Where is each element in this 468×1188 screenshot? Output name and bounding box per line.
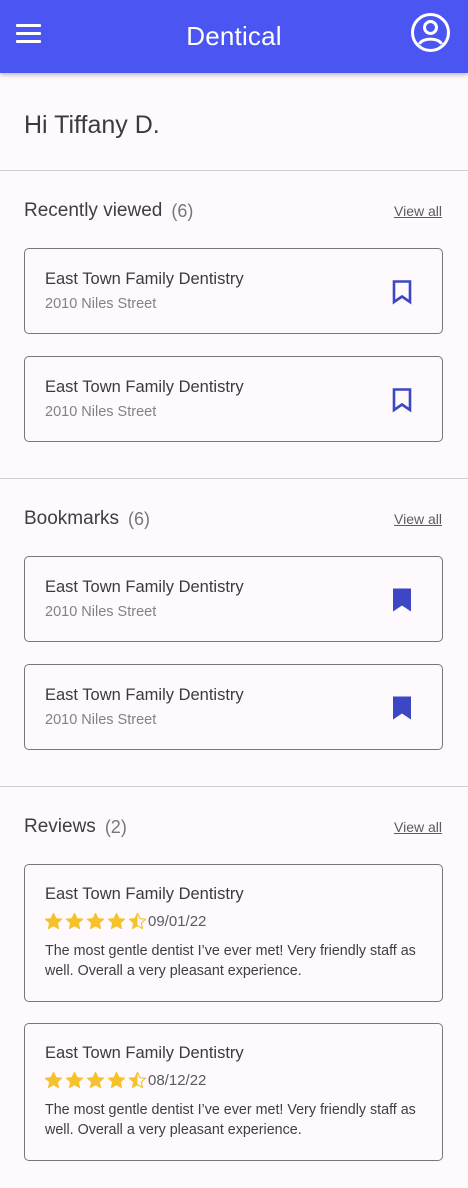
recently-viewed-header: Recently viewed (6) View all (24, 196, 442, 226)
star-rating (44, 912, 149, 930)
dentist-address: 2010 Niles Street (45, 296, 157, 312)
dentist-address: 2010 Niles Street (45, 712, 157, 728)
review-card[interactable]: East Town Family Dentistry 08/12/22 The … (24, 1023, 443, 1161)
review-text: The most gentle dentist I’ve ever met! V… (45, 1102, 416, 1138)
star-full-icon (44, 912, 63, 930)
section-title: Reviews (24, 816, 96, 837)
star-full-icon (107, 1071, 126, 1089)
dentist-card[interactable]: East Town Family Dentistry 2010 Niles St… (24, 664, 443, 750)
dentist-card[interactable]: East Town Family Dentistry 2010 Niles St… (24, 248, 443, 334)
dentist-name: East Town Family Dentistry (45, 270, 244, 288)
app-bar: Dentical (0, 0, 468, 73)
reviews-section: Reviews (2) View all East Town Family De… (0, 787, 468, 1188)
star-half-icon (128, 1071, 147, 1089)
star-full-icon (65, 912, 84, 930)
dentist-card[interactable]: East Town Family Dentistry 2010 Niles St… (24, 556, 443, 642)
section-count: (2) (104, 816, 127, 837)
greeting-text: Hi Tiffany D. (24, 111, 160, 139)
view-all-link[interactable]: View all (394, 819, 442, 835)
star-full-icon (86, 1071, 105, 1089)
dentist-address: 2010 Niles Street (45, 404, 157, 420)
hamburger-line (16, 40, 41, 43)
section-count: (6) (128, 508, 151, 529)
reviews-header: Reviews (2) View all (24, 812, 442, 842)
bookmark-button[interactable] (390, 695, 414, 721)
profile-button[interactable] (410, 12, 451, 53)
star-full-icon (107, 912, 126, 930)
greeting-section: Hi Tiffany D. (0, 73, 468, 171)
section-title: Bookmarks (24, 508, 120, 529)
bookmark-outline-icon (392, 280, 412, 305)
bookmarks-section: Bookmarks (6) View all East Town Family … (0, 479, 468, 787)
dentist-card[interactable]: East Town Family Dentistry 2010 Niles St… (24, 356, 443, 442)
dentist-name: East Town Family Dentistry (45, 686, 244, 704)
star-full-icon (65, 1071, 84, 1089)
dentist-name: East Town Family Dentistry (45, 578, 244, 596)
menu-button[interactable] (16, 23, 42, 43)
review-date: 09/01/22 (148, 913, 207, 930)
review-date: 08/12/22 (148, 1072, 207, 1089)
recently-viewed-section: Recently viewed (6) View all East Town F… (0, 171, 468, 479)
bookmark-button[interactable] (390, 587, 414, 613)
star-rating (44, 1071, 149, 1089)
dentist-address: 2010 Niles Street (45, 604, 157, 620)
view-all-link[interactable]: View all (394, 511, 442, 527)
dentist-name: East Town Family Dentistry (45, 378, 244, 396)
account-circle-icon (411, 13, 450, 52)
bookmark-button[interactable] (390, 387, 414, 413)
section-title: Recently viewed (24, 200, 163, 221)
bookmarks-header: Bookmarks (6) View all (24, 504, 442, 534)
dentist-name: East Town Family Dentistry (45, 1044, 244, 1062)
view-all-link[interactable]: View all (394, 203, 442, 219)
hamburger-line (16, 32, 41, 35)
bookmark-filled-icon (393, 696, 411, 720)
dentist-name: East Town Family Dentistry (45, 885, 244, 903)
star-half-icon (128, 912, 147, 930)
app-title: Dentical (186, 21, 282, 51)
bookmark-button[interactable] (390, 279, 414, 305)
hamburger-line (16, 24, 41, 27)
star-full-icon (44, 1071, 63, 1089)
bookmark-outline-icon (392, 388, 412, 413)
review-card[interactable]: East Town Family Dentistry 09/01/22 The … (24, 864, 443, 1002)
section-count: (6) (171, 200, 194, 221)
review-text: The most gentle dentist I’ve ever met! V… (45, 943, 416, 979)
bookmark-filled-icon (393, 588, 411, 612)
star-full-icon (86, 912, 105, 930)
